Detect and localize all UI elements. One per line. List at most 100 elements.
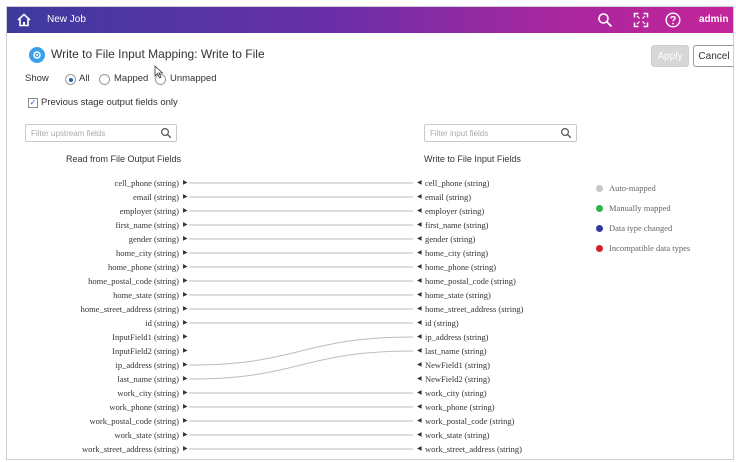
output-connector-icon[interactable]: ▶ xyxy=(183,345,188,357)
input-field[interactable]: home_city (string) xyxy=(425,247,488,259)
input-connector-icon[interactable]: ◀ xyxy=(417,317,422,329)
output-connector-icon[interactable]: ▶ xyxy=(183,317,188,329)
input-field[interactable]: home_street_address (string) xyxy=(425,303,523,315)
input-connector-icon[interactable]: ◀ xyxy=(417,247,422,259)
upstream-field[interactable]: work_state (string) xyxy=(115,429,179,441)
output-connector-icon[interactable]: ▶ xyxy=(183,275,188,287)
output-connector-icon[interactable]: ▶ xyxy=(183,289,188,301)
input-field[interactable]: work_street_address (string) xyxy=(425,443,522,455)
input-field[interactable]: first_name (string) xyxy=(425,219,489,231)
upstream-field[interactable]: work_phone (string) xyxy=(109,401,179,413)
upstream-field[interactable]: home_state (string) xyxy=(113,289,179,301)
input-connector-icon[interactable]: ◀ xyxy=(417,345,422,357)
output-connector-icon[interactable]: ▶ xyxy=(183,205,188,217)
output-connector-icon[interactable]: ▶ xyxy=(183,415,188,427)
input-field[interactable]: gender (string) xyxy=(425,233,475,245)
cancel-button[interactable]: Cancel xyxy=(693,45,733,67)
radio-mapped[interactable] xyxy=(99,74,110,85)
upstream-field[interactable]: id (string) xyxy=(145,317,179,329)
upstream-field[interactable]: home_street_address (string) xyxy=(81,303,179,315)
input-connector-icon[interactable]: ◀ xyxy=(417,387,422,399)
output-connector-icon[interactable]: ▶ xyxy=(183,429,188,441)
input-connector-icon[interactable]: ◀ xyxy=(417,289,422,301)
radio-all[interactable] xyxy=(65,74,76,85)
input-field[interactable]: NewField1 (string) xyxy=(425,359,490,371)
search-icon xyxy=(160,127,172,139)
radio-unmapped-label: Unmapped xyxy=(170,73,217,84)
mapping-line[interactable] xyxy=(188,336,414,366)
input-field[interactable]: cell_phone (string) xyxy=(425,177,489,189)
input-connector-icon[interactable]: ◀ xyxy=(417,373,422,385)
upstream-field[interactable]: work_postal_code (string) xyxy=(90,415,179,427)
output-connector-icon[interactable]: ▶ xyxy=(183,359,188,371)
input-field[interactable]: work_phone (string) xyxy=(425,401,495,413)
upstream-field[interactable]: InputField2 (string) xyxy=(112,345,179,357)
input-connector-icon[interactable]: ◀ xyxy=(417,401,422,413)
upstream-field[interactable]: gender (string) xyxy=(129,233,179,245)
upstream-field[interactable]: cell_phone (string) xyxy=(115,177,179,189)
output-connector-icon[interactable]: ▶ xyxy=(183,303,188,315)
help-button[interactable] xyxy=(663,10,683,30)
upstream-field[interactable]: work_street_address (string) xyxy=(82,443,179,455)
input-field[interactable]: home_postal_code (string) xyxy=(425,275,516,287)
user-menu[interactable]: admin xyxy=(699,14,728,25)
previous-stage-label: Previous stage output fields only xyxy=(41,97,178,108)
input-field[interactable]: ip_address (string) xyxy=(425,331,489,343)
input-connector-icon[interactable]: ◀ xyxy=(417,429,422,441)
input-connector-icon[interactable]: ◀ xyxy=(417,177,422,189)
apply-button[interactable]: Apply xyxy=(651,45,689,67)
output-connector-icon[interactable]: ▶ xyxy=(183,373,188,385)
input-connector-icon[interactable]: ◀ xyxy=(417,443,422,455)
upstream-field[interactable]: last_name (string) xyxy=(117,373,179,385)
input-field[interactable]: work_city (string) xyxy=(425,387,487,399)
input-connector-icon[interactable]: ◀ xyxy=(417,205,422,217)
upstream-field[interactable]: home_city (string) xyxy=(116,247,179,259)
input-field[interactable]: last_name (string) xyxy=(425,345,487,357)
input-field[interactable]: work_postal_code (string) xyxy=(425,415,514,427)
input-field[interactable]: id (string) xyxy=(425,317,459,329)
output-connector-icon[interactable]: ▶ xyxy=(183,387,188,399)
upstream-field[interactable]: email (string) xyxy=(133,191,179,203)
output-connector-icon[interactable]: ▶ xyxy=(183,261,188,273)
output-connector-icon[interactable]: ▶ xyxy=(183,233,188,245)
right-column-header: Write to File Input Fields xyxy=(424,154,521,164)
output-connector-icon[interactable]: ▶ xyxy=(183,177,188,189)
mapping-line[interactable] xyxy=(188,350,414,380)
upstream-field[interactable]: first_name (string) xyxy=(116,219,180,231)
input-connector-icon[interactable]: ◀ xyxy=(417,331,422,343)
previous-stage-checkbox[interactable]: ✓ xyxy=(28,98,38,108)
input-field[interactable]: home_state (string) xyxy=(425,289,491,301)
input-connector-icon[interactable]: ◀ xyxy=(417,233,422,245)
output-connector-icon[interactable]: ▶ xyxy=(183,331,188,343)
input-connector-icon[interactable]: ◀ xyxy=(417,303,422,315)
input-connector-icon[interactable]: ◀ xyxy=(417,261,422,273)
upstream-field[interactable]: work_city (string) xyxy=(117,387,179,399)
input-field[interactable]: home_phone (string) xyxy=(425,261,496,273)
upstream-field[interactable]: InputField1 (string) xyxy=(112,331,179,343)
output-connector-icon[interactable]: ▶ xyxy=(183,191,188,203)
fullscreen-button[interactable] xyxy=(631,10,651,30)
input-connector-icon[interactable]: ◀ xyxy=(417,191,422,203)
output-connector-icon[interactable]: ▶ xyxy=(183,443,188,455)
input-field[interactable]: email (string) xyxy=(425,191,471,203)
input-field[interactable]: employer (string) xyxy=(425,205,484,217)
upstream-filter-input[interactable] xyxy=(31,127,151,140)
output-connector-icon[interactable]: ▶ xyxy=(183,401,188,413)
upstream-field[interactable]: home_postal_code (string) xyxy=(88,275,179,287)
input-connector-icon[interactable]: ◀ xyxy=(417,415,422,427)
input-connector-icon[interactable]: ◀ xyxy=(417,275,422,287)
upstream-field[interactable]: employer (string) xyxy=(120,205,179,217)
input-connector-icon[interactable]: ◀ xyxy=(417,219,422,231)
input-connector-icon[interactable]: ◀ xyxy=(417,359,422,371)
home-button[interactable] xyxy=(11,8,37,32)
input-filter xyxy=(424,124,577,142)
top-bar: New Job admin xyxy=(7,7,733,33)
output-connector-icon[interactable]: ▶ xyxy=(183,219,188,231)
input-field[interactable]: NewField2 (string) xyxy=(425,373,490,385)
upstream-field[interactable]: home_phone (string) xyxy=(108,261,179,273)
output-connector-icon[interactable]: ▶ xyxy=(183,247,188,259)
upstream-field[interactable]: ip_address (string) xyxy=(115,359,179,371)
input-filter-input[interactable] xyxy=(430,127,550,140)
search-button[interactable] xyxy=(595,10,615,30)
input-field[interactable]: work_state (string) xyxy=(425,429,489,441)
